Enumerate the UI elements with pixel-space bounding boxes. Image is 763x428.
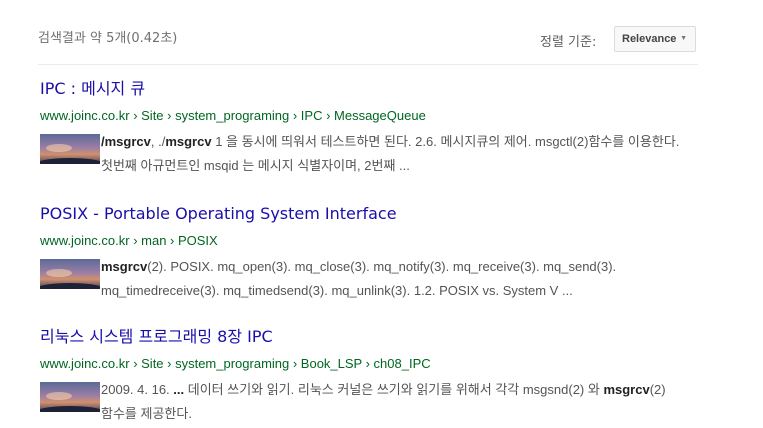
sort-label: 정렬 기준: (540, 35, 597, 50)
result-title-link[interactable]: POSIX - Portable Operating System Interf… (40, 204, 680, 224)
search-result: 리눅스 시스템 프로그래밍 8장 IPC www.joinc.co.kr › S… (40, 327, 680, 428)
search-result: IPC : 메시지 큐 www.joinc.co.kr › Site › sys… (40, 79, 680, 180)
result-url[interactable]: www.joinc.co.kr › man › POSIX (40, 233, 680, 249)
result-body: 2009. 4. 16. ... 데이터 쓰기와 읽기. 리눅스 커널은 쓰기와… (40, 378, 680, 428)
caret-down-icon: ▼ (680, 35, 687, 42)
result-body: msgrcv(2). POSIX. mq_open(3). mq_close(3… (40, 255, 680, 305)
result-snippet: 2009. 4. 16. ... 데이터 쓰기와 읽기. 리눅스 커널은 쓰기와… (101, 382, 666, 421)
result-url[interactable]: www.joinc.co.kr › Site › system_programi… (40, 108, 680, 124)
result-snippet: msgrcv(2). POSIX. mq_open(3). mq_close(3… (101, 259, 617, 298)
result-snippet: /msgrcv, ./msgrcv 1 을 동시에 띄워서 테스트하면 된다. … (101, 134, 680, 173)
results-toolbar: 검색결과 약 5개(0.42초) 정렬 기준: Relevance ▼ (38, 26, 698, 65)
sort-dropdown[interactable]: Relevance ▼ (614, 26, 696, 52)
sunset-thumbnail[interactable] (40, 259, 100, 289)
result-stats: 검색결과 약 5개(0.42초) (38, 31, 178, 46)
result-body: /msgrcv, ./msgrcv 1 을 동시에 띄워서 테스트하면 된다. … (40, 130, 680, 180)
sunset-thumbnail[interactable] (40, 134, 100, 164)
sunset-thumbnail[interactable] (40, 382, 100, 412)
result-title-link[interactable]: 리눅스 시스템 프로그래밍 8장 IPC (40, 327, 680, 347)
result-url[interactable]: www.joinc.co.kr › Site › system_programi… (40, 356, 680, 372)
search-result: POSIX - Portable Operating System Interf… (40, 204, 680, 305)
sort-value: Relevance (622, 33, 677, 45)
result-title-link[interactable]: IPC : 메시지 큐 (40, 79, 680, 99)
